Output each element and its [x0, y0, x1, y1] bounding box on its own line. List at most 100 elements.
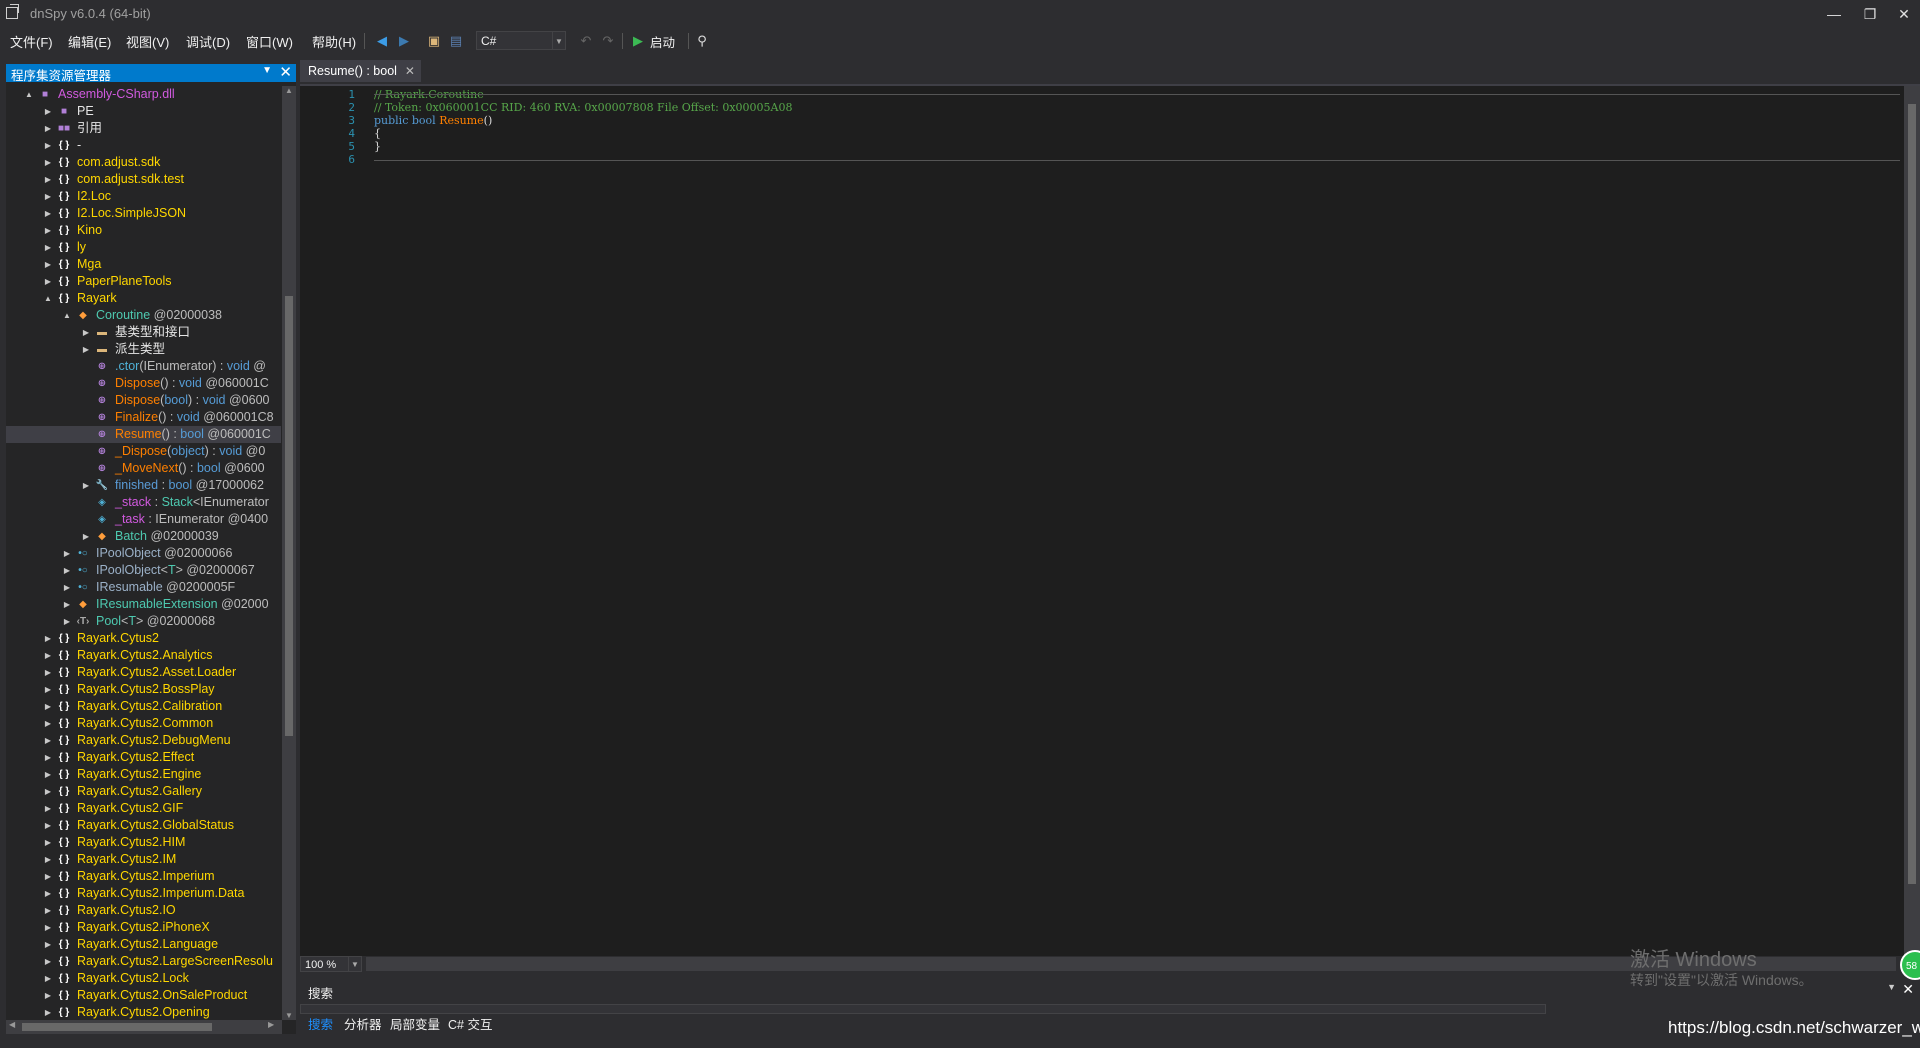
expand-icon[interactable]: ▶ [43, 205, 53, 222]
panel-menu-icon[interactable]: ▼ [262, 65, 272, 76]
open-folder-icon[interactable]: ▣ [424, 31, 444, 51]
expand-icon[interactable]: ▶ [43, 868, 53, 885]
expand-icon[interactable]: ▶ [43, 953, 53, 970]
tab-locals[interactable]: 局部变量 [390, 1014, 440, 1033]
expand-icon[interactable]: ▶ [43, 715, 53, 732]
tree-row[interactable]: ▶ { } Rayark.Cytus2.DebugMenu [6, 732, 281, 749]
expand-icon[interactable]: ▶ [81, 477, 91, 494]
open-list-icon[interactable]: ▤ [446, 31, 466, 51]
tree-row[interactable]: ◈ _task : IEnumerator @0400 [6, 511, 281, 528]
expand-icon[interactable]: ▶ [62, 579, 72, 596]
close-window-button[interactable]: ✕ [1886, 2, 1920, 26]
expand-icon[interactable]: ▶ [43, 800, 53, 817]
tree-row[interactable]: ▶ •○ IPoolObject @02000066 [6, 545, 281, 562]
tree-row[interactable]: ⊕ Dispose(bool) : void @0600 [6, 392, 281, 409]
expand-icon[interactable]: ▶ [43, 239, 53, 256]
tree-row[interactable]: ▶ { } Rayark.Cytus2.OnSaleProduct [6, 987, 281, 1004]
tree-row[interactable]: ▶ ■■ 引用 [6, 120, 281, 137]
expand-icon[interactable]: ▶ [43, 919, 53, 936]
tree-row[interactable]: ⊕ _Dispose(object) : void @0 [6, 443, 281, 460]
expand-icon[interactable]: ▶ [62, 596, 72, 613]
tree-row[interactable]: ◈ _stack : Stack<IEnumerator [6, 494, 281, 511]
tree-row[interactable]: ▶ { } Rayark.Cytus2.HIM [6, 834, 281, 851]
panel-menu-icon[interactable]: ▼ [1887, 982, 1896, 992]
zoom-select[interactable]: 100 % ▼ [300, 956, 362, 972]
menu-edit[interactable]: 编辑(E) [68, 32, 111, 51]
tree-row[interactable]: ▶ { } Rayark.Cytus2.Common [6, 715, 281, 732]
scroll-thumb[interactable] [1908, 104, 1916, 884]
tree-row[interactable]: ⊕ .ctor(IEnumerator) : void @ [6, 358, 281, 375]
expand-icon[interactable]: ▶ [43, 936, 53, 953]
tree-row[interactable]: ▶ { } Rayark.Cytus2.GIF [6, 800, 281, 817]
expand-icon[interactable]: ▶ [62, 545, 72, 562]
expand-icon[interactable]: ▶ [43, 766, 53, 783]
expand-icon[interactable]: ▶ [81, 324, 91, 341]
tree-row[interactable]: ▶ { } com.adjust.sdk [6, 154, 281, 171]
redo-icon[interactable]: ↷ [598, 31, 618, 51]
scroll-right-icon[interactable]: ▶ [268, 1020, 274, 1029]
tree-row[interactable]: ▶ •○ IResumable @0200005F [6, 579, 281, 596]
expand-icon[interactable]: ▶ [43, 137, 53, 154]
collapse-icon[interactable]: ▲ [24, 86, 34, 103]
tree-row[interactable]: ▶ •○ IPoolObject<T> @02000067 [6, 562, 281, 579]
search-icon[interactable]: ⚲ [692, 31, 712, 51]
expand-icon[interactable]: ▶ [43, 647, 53, 664]
tree-row[interactable]: ▶ { } I2.Loc.SimpleJSON [6, 205, 281, 222]
tree-row[interactable]: ▶ { } Rayark.Cytus2.IO [6, 902, 281, 919]
expand-icon[interactable]: ▶ [43, 120, 53, 137]
document-tab[interactable]: Resume() : bool ✕ [300, 60, 421, 82]
tree-row[interactable]: ▶ ‹T› Pool<T> @02000068 [6, 613, 281, 630]
tab-analyzer[interactable]: 分析器 [344, 1014, 382, 1033]
scroll-thumb[interactable] [22, 1023, 212, 1031]
menu-window[interactable]: 窗口(W) [246, 32, 293, 51]
restore-button[interactable]: ❐ [1852, 2, 1888, 26]
tree-row[interactable]: ▶ { } Rayark.Cytus2.Lock [6, 970, 281, 987]
expand-icon[interactable]: ▶ [43, 154, 53, 171]
tree-row[interactable]: ▶ ▬ 基类型和接口 [6, 324, 281, 341]
expand-icon[interactable]: ▶ [43, 1004, 53, 1020]
tree-row[interactable]: ▶ { } Rayark.Cytus2.Asset.Loader [6, 664, 281, 681]
tree-row[interactable]: ▶ ◆ Batch @02000039 [6, 528, 281, 545]
tree-row[interactable]: ⊕ Dispose() : void @060001C [6, 375, 281, 392]
code-line[interactable]: { [374, 127, 381, 140]
expand-icon[interactable]: ▶ [43, 817, 53, 834]
tree-row[interactable]: ▶ { } PaperPlaneTools [6, 273, 281, 290]
code-line[interactable]: // Token: 0x060001CC RID: 460 RVA: 0x000… [374, 101, 792, 114]
tree-row[interactable]: ▶ { } Rayark.Cytus2.Gallery [6, 783, 281, 800]
menu-view[interactable]: 视图(V) [126, 32, 169, 51]
scroll-down-icon[interactable]: ▼ [282, 1011, 296, 1020]
code-editor[interactable]: 123456 // Rayark.Coroutine// Token: 0x06… [300, 84, 1920, 956]
tree-row[interactable]: ▶ { } Rayark.Cytus2 [6, 630, 281, 647]
tree-row[interactable]: ⊕ Finalize() : void @060001C8 [6, 409, 281, 426]
tree-row[interactable]: ▶ { } Rayark.Cytus2.Imperium [6, 868, 281, 885]
expand-icon[interactable]: ▶ [43, 256, 53, 273]
start-icon[interactable]: ▶ [628, 31, 648, 51]
expand-icon[interactable]: ▶ [43, 273, 53, 290]
language-select[interactable]: C# ▼ [476, 31, 566, 50]
tree-row[interactable]: ▲ ■ Assembly-CSharp.dll [6, 86, 281, 103]
tree-row[interactable]: ▶ { } - [6, 137, 281, 154]
expand-icon[interactable]: ▶ [43, 987, 53, 1004]
tree-row[interactable]: ▶ { } Rayark.Cytus2.IM [6, 851, 281, 868]
expand-icon[interactable]: ▶ [43, 783, 53, 800]
expand-icon[interactable]: ▶ [43, 103, 53, 120]
expand-icon[interactable]: ▶ [43, 885, 53, 902]
code-line[interactable]: } [374, 140, 381, 153]
editor-vertical-scrollbar[interactable] [1904, 86, 1920, 956]
scroll-thumb[interactable] [285, 296, 293, 736]
expand-icon[interactable]: ▶ [43, 664, 53, 681]
tab-csharp-interactive[interactable]: C# 交互 [448, 1014, 492, 1033]
tree-row[interactable]: ▶ { } Rayark.Cytus2.LargeScreenResolu [6, 953, 281, 970]
tree-row[interactable]: ▲ { } Rayark [6, 290, 281, 307]
tree-row[interactable]: ▶ { } Rayark.Cytus2.iPhoneX [6, 919, 281, 936]
expand-icon[interactable]: ▶ [43, 749, 53, 766]
expand-icon[interactable]: ▶ [43, 222, 53, 239]
expand-icon[interactable]: ▶ [81, 341, 91, 358]
expand-icon[interactable]: ▶ [62, 562, 72, 579]
tree-row[interactable]: ▶ { } Rayark.Cytus2.Analytics [6, 647, 281, 664]
back-icon[interactable]: ◀ [372, 31, 392, 51]
tree-row[interactable]: ⊕ _MoveNext() : bool @0600 [6, 460, 281, 477]
expand-icon[interactable]: ▶ [43, 902, 53, 919]
tree-row[interactable]: ▶ ◆ IResumableExtension @02000 [6, 596, 281, 613]
tree-row[interactable]: ▶ { } Rayark.Cytus2.Opening [6, 1004, 281, 1020]
